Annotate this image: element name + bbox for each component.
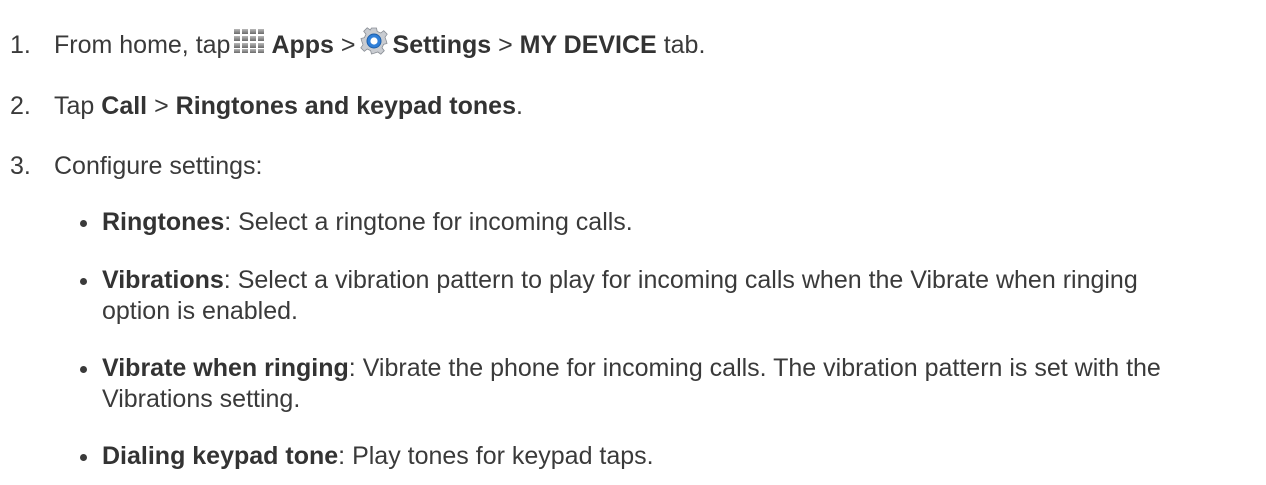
setting-label: Dialing keypad tone [102, 442, 339, 470]
apps-grid-icon [233, 28, 267, 62]
bullet-dot [80, 278, 87, 285]
step-text: . [515, 92, 523, 120]
separator: > [498, 30, 513, 59]
setting-label: Ringtones [102, 208, 225, 236]
separator: > [154, 92, 169, 120]
step-text: Configure settings: [54, 152, 263, 180]
setting-item-vibrate-when-ringing: Vibrate when ringing: Vibrate the phone … [80, 353, 1200, 416]
apps-label: Apps [271, 30, 334, 59]
settings-label: Settings [392, 30, 492, 59]
step-number: 3. [10, 152, 31, 180]
setting-description: : Select a vibration pattern to play for… [102, 266, 1138, 326]
setting-item-vibrations: Vibrations: Select a vibration pattern t… [80, 265, 1200, 328]
bullet-dot [80, 220, 87, 227]
my-device-label: MY DEVICE [519, 30, 657, 59]
setting-description: : Select a ringtone for incoming calls. [224, 208, 633, 236]
setting-label: Vibrations [102, 266, 224, 294]
call-label: Call [101, 92, 148, 120]
step-3: 3. Configure settings: [10, 151, 262, 182]
setting-label: Vibrate when ringing [102, 354, 349, 382]
bullet-dot [80, 366, 87, 373]
setting-item-ringtones: Ringtones: Select a ringtone for incomin… [80, 207, 1200, 238]
step-number: 1. [10, 30, 31, 59]
separator: > [340, 30, 356, 59]
bullet-dot [80, 454, 87, 461]
step-1: 1. From home, tap Apps > Settings > MY D… [10, 26, 705, 64]
step-text: From home, tap [54, 30, 231, 59]
settings-gear-icon [359, 26, 389, 64]
step-2: 2. Tap Call > Ringtones and keypad tones… [10, 91, 523, 122]
setting-description: : Play tones for keypad taps. [338, 442, 654, 470]
step-text: tab. [663, 30, 706, 59]
step-number: 2. [10, 92, 31, 120]
ringtones-keypad-tones-label: Ringtones and keypad tones [175, 92, 516, 120]
setting-item-dialing-keypad-tone: Dialing keypad tone: Play tones for keyp… [80, 441, 1200, 472]
instructions-document: 1. From home, tap Apps > Settings > MY D… [0, 0, 1266, 485]
step-text: Tap [54, 92, 95, 120]
